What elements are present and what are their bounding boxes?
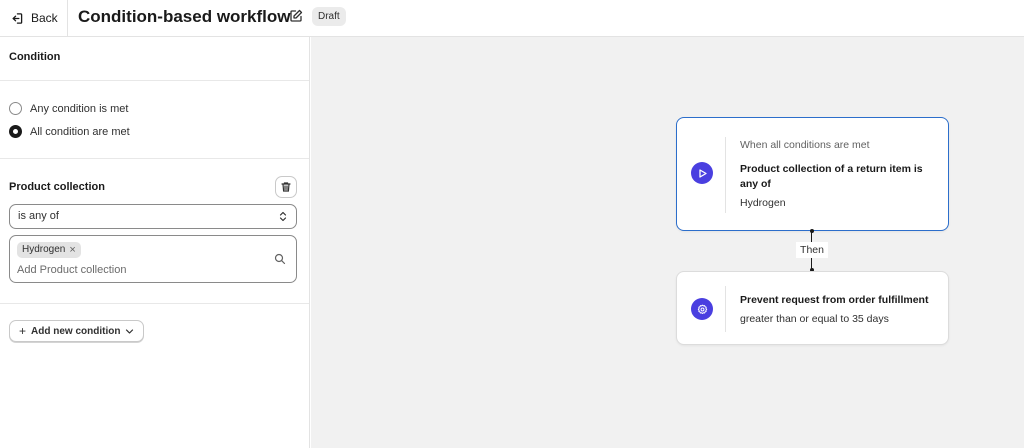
play-icon bbox=[691, 162, 713, 184]
search-icon bbox=[274, 253, 286, 265]
operator-select[interactable]: is any of bbox=[9, 204, 297, 229]
chevron-down-icon bbox=[126, 328, 134, 334]
radio-button-checked[interactable] bbox=[9, 125, 22, 138]
back-arrow-icon bbox=[12, 12, 23, 24]
gear-icon bbox=[691, 298, 713, 320]
divider bbox=[0, 80, 309, 81]
card-divider bbox=[725, 286, 726, 332]
add-condition-button[interactable]: + Add new condition bbox=[9, 320, 145, 342]
divider bbox=[0, 303, 309, 304]
radio-all-condition[interactable]: All condition are met bbox=[9, 125, 130, 138]
trigger-card-content: When all conditions are met Product coll… bbox=[740, 139, 936, 209]
condition-section-title: Condition bbox=[9, 51, 61, 63]
trigger-card[interactable]: When all conditions are met Product coll… bbox=[676, 117, 949, 231]
radio-any-condition[interactable]: Any condition is met bbox=[9, 102, 128, 115]
action-card[interactable]: Prevent request from order fulfillment g… bbox=[676, 271, 949, 345]
status-badge: Draft bbox=[312, 7, 346, 26]
trigger-label: When all conditions are met bbox=[740, 139, 870, 151]
trigger-condition: Product collection of a return item is a… bbox=[740, 163, 923, 190]
then-label: Then bbox=[796, 242, 828, 258]
workflow-canvas[interactable] bbox=[311, 37, 1024, 448]
operator-value: is any of bbox=[18, 210, 59, 222]
add-condition-label: Add new condition bbox=[31, 325, 121, 337]
top-bar: Back Condition-based workflow Draft bbox=[0, 0, 1024, 37]
tag-label: Hydrogen bbox=[22, 244, 66, 255]
trash-icon bbox=[281, 182, 291, 192]
edit-icon[interactable] bbox=[289, 9, 303, 23]
radio-label: Any condition is met bbox=[30, 102, 129, 115]
divider bbox=[0, 158, 309, 159]
trigger-value: Hydrogen bbox=[740, 197, 786, 209]
condition-sidebar: Condition Any condition is met All condi… bbox=[0, 37, 310, 448]
rule-field-label: Product collection bbox=[9, 181, 105, 193]
plus-icon: + bbox=[19, 324, 27, 338]
delete-condition-button[interactable] bbox=[275, 176, 297, 198]
radio-label: All condition are met bbox=[30, 125, 130, 138]
action-card-content: Prevent request from order fulfillment g… bbox=[740, 293, 936, 325]
tag-chip: Hydrogen × bbox=[17, 242, 81, 258]
page-title: Condition-based workflow bbox=[78, 7, 291, 26]
card-divider bbox=[725, 137, 726, 213]
back-button[interactable]: Back bbox=[0, 0, 68, 36]
action-title: Prevent request from order fulfillment bbox=[740, 294, 929, 306]
up-down-chevron-icon bbox=[279, 211, 287, 222]
product-collection-input[interactable]: Hydrogen × Add Product collection bbox=[9, 235, 297, 283]
radio-button[interactable] bbox=[9, 102, 22, 115]
input-placeholder: Add Product collection bbox=[17, 264, 127, 276]
back-label: Back bbox=[31, 11, 58, 25]
action-detail: greater than or equal to 35 days bbox=[740, 313, 889, 325]
remove-tag-icon[interactable]: × bbox=[69, 242, 75, 258]
